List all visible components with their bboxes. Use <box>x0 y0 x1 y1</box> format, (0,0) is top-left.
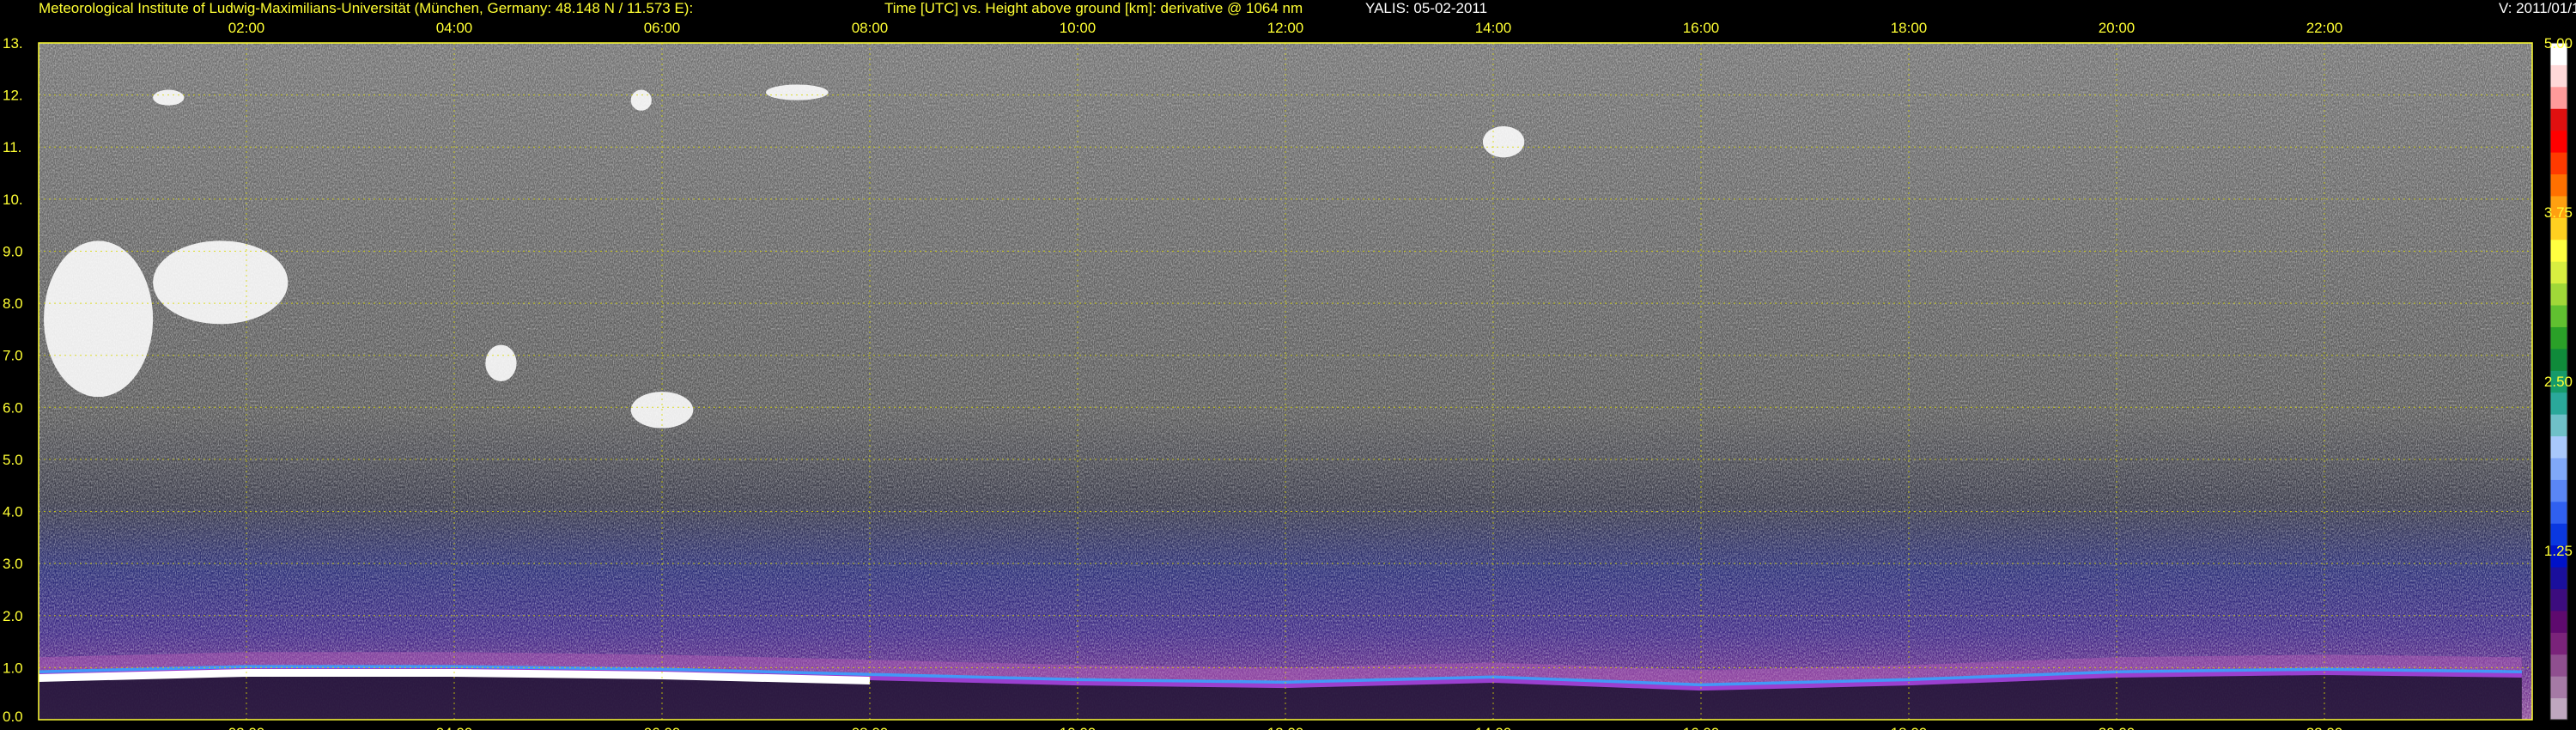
colorbar-segment <box>2550 108 2567 131</box>
colorbar-segment <box>2550 676 2567 699</box>
colorbar-segment <box>2550 414 2567 437</box>
colorbar-segment <box>2550 86 2567 109</box>
colorbar-segment <box>2550 479 2567 502</box>
colorbar-segment <box>2550 261 2567 284</box>
colorbar-segment <box>2550 632 2567 655</box>
lidar-heatmap-chart: 02:00 02:00 04:00 04:00 06:00 06:00 08:00 08:00… <box>3 20 2573 730</box>
colorbar-segment <box>2550 567 2567 589</box>
colorbar-segment <box>2550 697 2567 721</box>
x-tick-label-bottom: 08:00 <box>852 725 889 730</box>
colorbar-segment <box>2550 654 2567 677</box>
y-tick-label: 6.0 <box>3 399 23 416</box>
x-tick-label-bottom: 10:00 <box>1060 725 1097 730</box>
colorbar-segment <box>2550 217 2567 240</box>
colorbar-segment <box>2550 588 2567 611</box>
colorbar-tick-label: 5.00 <box>2544 35 2573 52</box>
colorbar-segment <box>2550 130 2567 153</box>
colorbar-segment <box>2550 457 2567 480</box>
y-tick-label: 5.0 <box>3 452 23 468</box>
y-tick-label: 8.0 <box>3 295 23 312</box>
x-tick-label-top: 06:00 <box>644 20 681 36</box>
colorbar-segment <box>2550 501 2567 524</box>
x-tick-label-bottom: 22:00 <box>2306 725 2343 730</box>
x-tick-label-top: 04:00 <box>436 20 473 36</box>
colorbar-segment <box>2550 305 2567 327</box>
y-tick-label: 3.0 <box>3 556 23 572</box>
colorbar-segment <box>2550 348 2567 371</box>
colorbar-segment <box>2550 392 2567 415</box>
x-tick-label-bottom: 14:00 <box>1475 725 1512 730</box>
x-tick-label-top: 16:00 <box>1683 20 1720 36</box>
cloud-feature-8 <box>1482 125 1525 158</box>
colorbar-segment <box>2550 64 2567 88</box>
colorbar-segment <box>2550 326 2567 350</box>
x-tick-label-top: 20:00 <box>2099 20 2136 36</box>
cloud-feature-1 <box>44 240 154 398</box>
y-tick-label: 11. <box>3 139 21 155</box>
cloud-feature-7 <box>766 84 829 100</box>
y-tick-label: 0.0 <box>3 709 23 725</box>
x-tick-label-bottom: 18:00 <box>1891 725 1928 730</box>
x-tick-label-top: 08:00 <box>852 20 889 36</box>
y-tick-label: 9.0 <box>3 243 23 259</box>
colorbar-segment <box>2550 610 2567 633</box>
colorbar-tick-label: 3.75 <box>2544 204 2573 221</box>
cloud-feature-5 <box>153 89 185 106</box>
cloud-feature-3 <box>485 344 517 381</box>
colorbar-segment <box>2550 152 2567 175</box>
x-tick-label-top: 10:00 <box>1060 20 1097 36</box>
x-tick-label-bottom: 06:00 <box>644 725 681 730</box>
y-tick-label: 2.0 <box>3 608 23 624</box>
colorbar-tick-label: 2.50 <box>2544 374 2573 390</box>
y-tick-label: 1.0 <box>3 660 23 676</box>
x-tick-label-bottom: 04:00 <box>436 725 473 730</box>
x-tick-label-bottom: 12:00 <box>1267 725 1304 730</box>
x-tick-label-top: 12:00 <box>1267 20 1304 36</box>
x-tick-label-top: 18:00 <box>1891 20 1928 36</box>
colorbar-tick-label: 1.25 <box>2544 543 2573 559</box>
colorbar-segment <box>2550 435 2567 459</box>
y-tick-label: 12. <box>3 88 23 104</box>
y-tick-label: 4.0 <box>3 504 23 520</box>
x-tick-label-top: 14:00 <box>1475 20 1512 36</box>
x-tick-label-bottom: 20:00 <box>2099 725 2136 730</box>
x-tick-label-bottom: 16:00 <box>1683 725 1720 730</box>
y-tick-label: 13. <box>3 35 23 52</box>
y-tick-label: 7.0 <box>3 348 23 364</box>
heatmap-noise <box>39 43 2532 720</box>
x-tick-label-top: 22:00 <box>2306 20 2343 36</box>
colorbar-segment <box>2550 173 2567 197</box>
colorbar-segment <box>2550 283 2567 306</box>
x-tick-label-top: 02:00 <box>228 20 265 36</box>
y-tick-label: 10. <box>3 192 23 208</box>
colorbar-segment <box>2550 239 2567 262</box>
x-tick-label-bottom: 02:00 <box>228 725 265 730</box>
cloud-feature-6 <box>630 89 652 111</box>
cloud-feature-2 <box>153 240 289 325</box>
